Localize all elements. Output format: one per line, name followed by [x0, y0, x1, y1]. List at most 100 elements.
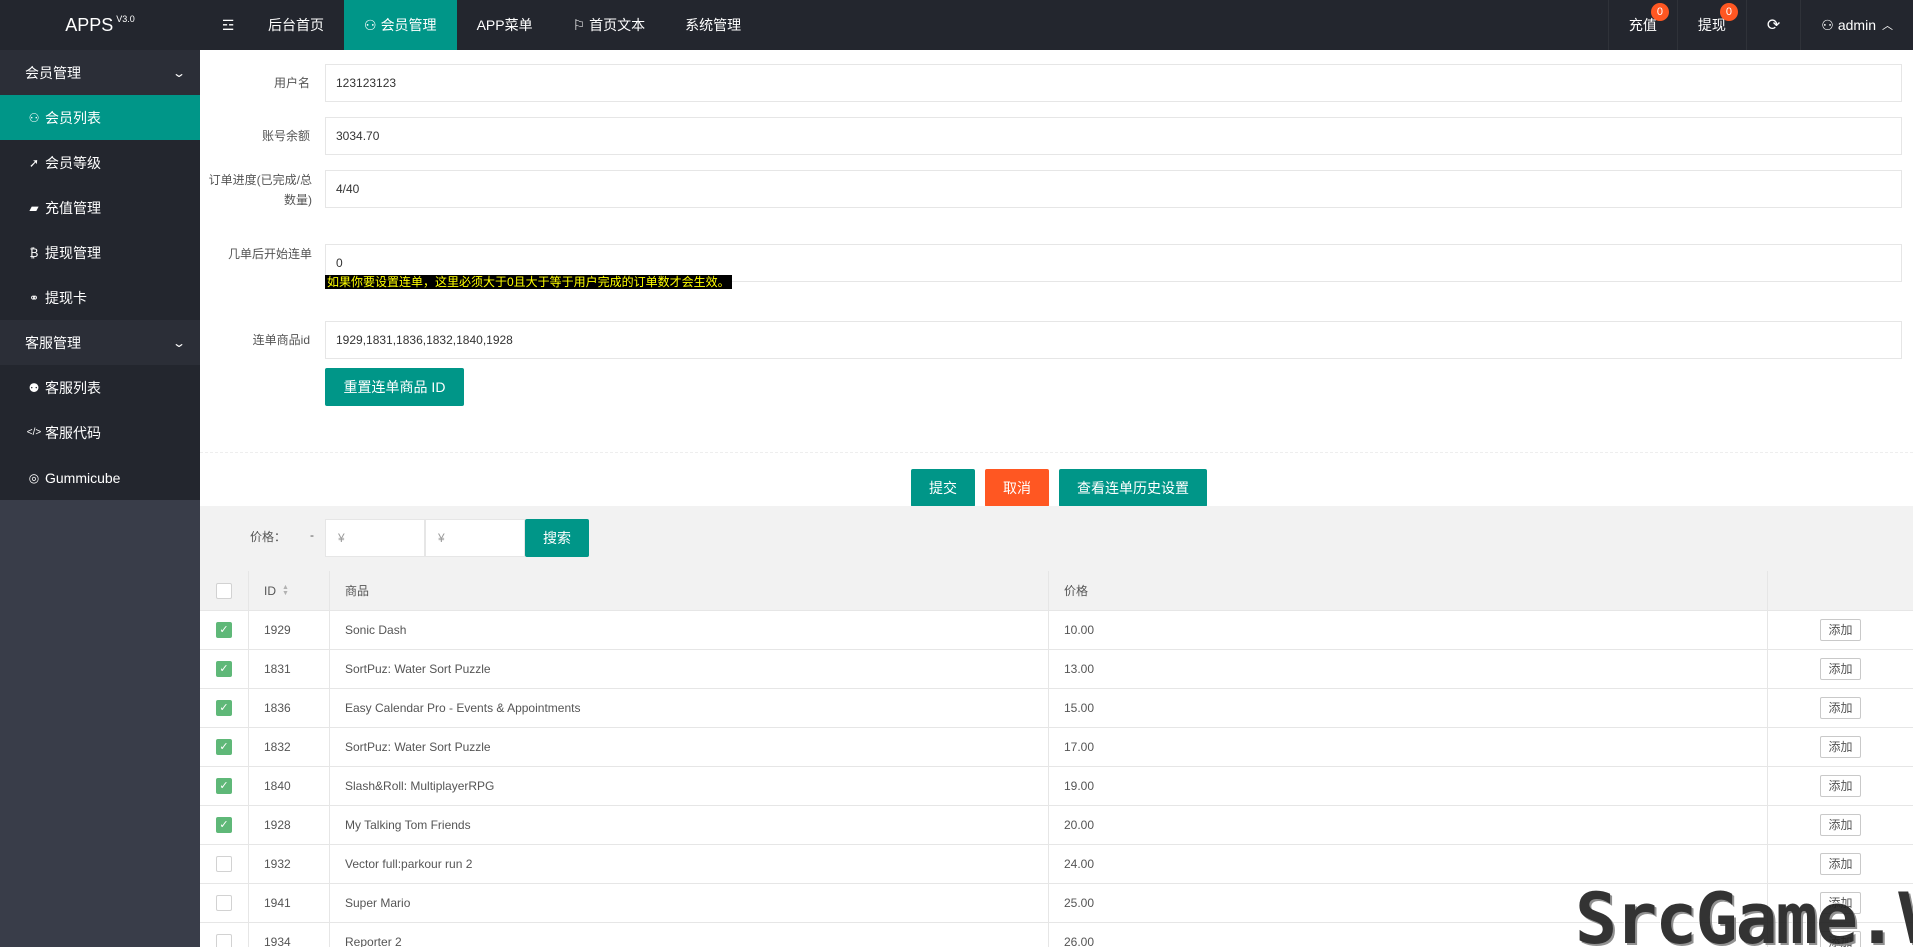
sidebar-group-service[interactable]: 客服管理 ⌄: [0, 320, 200, 365]
sidebar-item-member-list[interactable]: ⚇ 会员列表: [0, 95, 200, 140]
search-bar: 价格： - ¥ ¥ 搜索: [200, 506, 1913, 571]
sidebar-item-label: 会员列表: [45, 109, 101, 126]
table-row: 1932 Vector full:parkour run 2 24.00 添加: [200, 845, 1913, 884]
row-id: 1934: [249, 923, 330, 947]
row-id: 1929: [249, 611, 330, 649]
row-checkbox-cell: ✓: [200, 728, 249, 766]
price-max-input[interactable]: ¥: [425, 519, 525, 557]
sidebar-item-label: 提现管理: [45, 244, 101, 261]
sidebar-item-label: 提现卡: [45, 289, 87, 306]
menu-toggle-icon[interactable]: ☲: [208, 0, 248, 50]
user-icon: ⚇: [1821, 16, 1834, 33]
nav-app-menu[interactable]: APP菜单: [457, 0, 553, 50]
header-id[interactable]: ID ▲ ▼: [249, 571, 330, 610]
row-checkbox[interactable]: ✓: [216, 622, 232, 638]
nav-dashboard[interactable]: 后台首页: [248, 0, 344, 50]
row-goods-name: My Talking Tom Friends: [330, 806, 1049, 844]
sidebar-item-label: 客服列表: [45, 379, 101, 396]
nav-member-management[interactable]: ⚇ 会员管理: [344, 0, 457, 50]
top-right-actions: 充值 0 提现 0 ⟳ ⚇ admin ︿: [1607, 0, 1913, 50]
chevron-up-icon: ︿: [1882, 20, 1893, 32]
add-button[interactable]: 添加: [1820, 814, 1861, 836]
sidebar-item-withdraw-card[interactable]: ⚭ 提现卡: [0, 275, 200, 320]
goods-field[interactable]: 1929,1831,1836,1832,1840,1928: [325, 321, 1902, 359]
row-id: 1928: [249, 806, 330, 844]
sidebar-group-label: 会员管理: [25, 64, 81, 81]
select-all-checkbox[interactable]: [216, 582, 232, 599]
history-button[interactable]: 查看连单历史设置: [1059, 469, 1207, 507]
sidebar-item-service-list[interactable]: ⚉ 客服列表: [0, 365, 200, 410]
row-price: 13.00: [1049, 650, 1768, 688]
price-min-input[interactable]: ¥: [325, 519, 425, 557]
row-checkbox[interactable]: [216, 856, 232, 872]
add-button[interactable]: 添加: [1820, 853, 1861, 875]
nav-homepage-text[interactable]: ⚐ 首页文本: [553, 0, 666, 50]
add-button[interactable]: 添加: [1820, 736, 1861, 758]
recharge-badge: 0: [1650, 3, 1669, 21]
row-checkbox-cell: ✓: [200, 806, 249, 844]
nav-homepage-label: 首页文本: [589, 17, 646, 33]
row-checkbox[interactable]: ✓: [216, 700, 232, 716]
row-price: 10.00: [1049, 611, 1768, 649]
row-checkbox-cell: [200, 845, 249, 883]
row-id: 1932: [249, 845, 330, 883]
search-button[interactable]: 搜索: [525, 519, 589, 557]
sidebar-item-member-level[interactable]: ➚ 会员等级: [0, 140, 200, 185]
add-button[interactable]: 添加: [1820, 892, 1861, 914]
row-price: 15.00: [1049, 689, 1768, 727]
rocket-icon: ➚: [28, 155, 40, 170]
sidebar-group-member[interactable]: 会员管理 ⌄: [0, 50, 200, 95]
row-action-cell: 添加: [1768, 767, 1913, 805]
row-goods-name: Super Mario: [330, 884, 1049, 922]
sidebar: 会员管理 ⌄ ⚇ 会员列表 ➚ 会员等级 ▰ 充值管理 ₿ 提现管理 ⚭ 提现卡…: [0, 50, 200, 947]
row-checkbox[interactable]: [216, 895, 232, 911]
logo[interactable]: APPS V3.0: [0, 0, 200, 50]
sidebar-item-recharge[interactable]: ▰ 充值管理: [0, 185, 200, 230]
row-checkbox-cell: ✓: [200, 767, 249, 805]
row-checkbox[interactable]: ✓: [216, 739, 232, 755]
add-button[interactable]: 添加: [1820, 775, 1861, 797]
balance-field[interactable]: 3034.70: [325, 117, 1902, 155]
code-icon: </>: [26, 427, 42, 438]
row-checkbox[interactable]: ✓: [216, 778, 232, 794]
sidebar-item-service-code[interactable]: </> 客服代码: [0, 410, 200, 455]
add-button[interactable]: 添加: [1820, 931, 1861, 947]
add-button[interactable]: 添加: [1820, 697, 1861, 719]
reset-goods-button[interactable]: 重置连单商品 ID: [325, 368, 464, 406]
user-menu[interactable]: ⚇ admin ︿: [1800, 0, 1913, 50]
table-row: 1941 Super Mario 25.00 添加: [200, 884, 1913, 923]
row-checkbox[interactable]: [216, 934, 232, 947]
logo-text: APPS: [65, 14, 114, 35]
row-checkbox-cell: ✓: [200, 650, 249, 688]
row-checkbox[interactable]: ✓: [216, 661, 232, 677]
add-button[interactable]: 添加: [1820, 619, 1861, 641]
row-price: 26.00: [1049, 923, 1768, 947]
start-hint: 如果你要设置连单，这里必须大于0且大于等于用户完成的订单数才会生效。: [325, 275, 732, 289]
sort-icon[interactable]: ▲ ▼: [282, 584, 289, 597]
add-button[interactable]: 添加: [1820, 658, 1861, 680]
withdraw-link[interactable]: 提现 0: [1676, 0, 1746, 50]
cancel-button[interactable]: 取消: [985, 469, 1049, 507]
row-action-cell: 添加: [1768, 611, 1913, 649]
table-row: 1934 Reporter 2 26.00 添加: [200, 923, 1913, 947]
row-action-cell: 添加: [1768, 728, 1913, 766]
refresh-icon[interactable]: ⟳: [1745, 0, 1800, 50]
submit-button[interactable]: 提交: [911, 469, 975, 507]
row-goods-name: Slash&Roll: MultiplayerRPG: [330, 767, 1049, 805]
sidebar-item-label: 会员等级: [45, 154, 101, 171]
price-label: 价格：: [250, 530, 287, 544]
row-goods-name: Easy Calendar Pro - Events & Appointment…: [330, 689, 1049, 727]
sidebar-item-gummicube[interactable]: ◎ Gummicube: [0, 455, 200, 500]
sidebar-item-label: 客服代码: [45, 424, 101, 441]
nav-system-management[interactable]: 系统管理: [665, 0, 761, 50]
username-field[interactable]: 123123123: [325, 64, 1902, 102]
recharge-link[interactable]: 充值 0: [1607, 0, 1677, 50]
progress-field[interactable]: 4/40: [325, 170, 1902, 208]
progress-label: 订单进度(已完成/总数量): [208, 173, 312, 207]
sidebar-item-withdraw[interactable]: ₿ 提现管理: [0, 230, 200, 275]
row-price: 20.00: [1049, 806, 1768, 844]
row-checkbox[interactable]: ✓: [216, 817, 232, 833]
header-price-label: 价格: [1064, 584, 1089, 598]
goods-label: 连单商品id: [252, 333, 310, 347]
row-goods-name: Reporter 2: [330, 923, 1049, 947]
